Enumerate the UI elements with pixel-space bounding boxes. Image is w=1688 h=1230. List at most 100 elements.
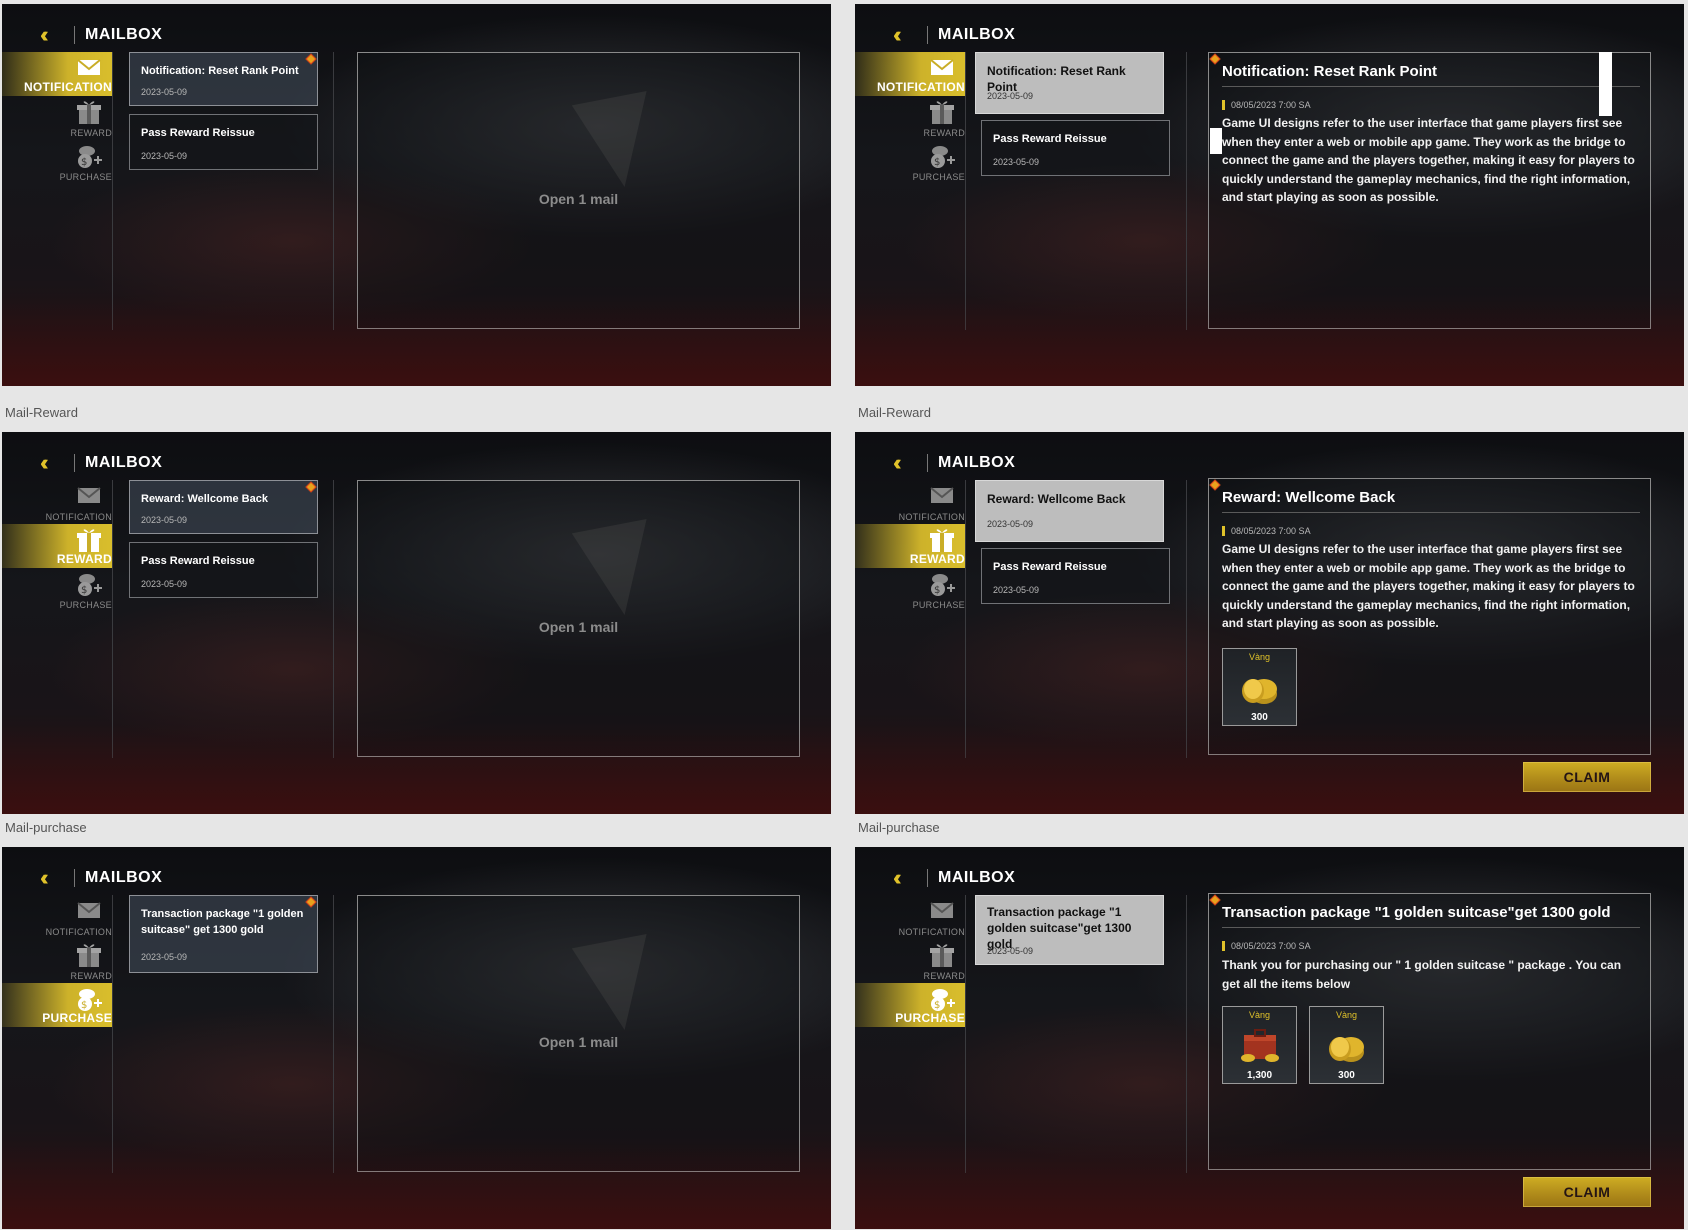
- claim-button[interactable]: CLAIM: [1523, 762, 1651, 792]
- mail-date: 2023-05-09: [987, 519, 1034, 529]
- mail-title: Pass Reward Reissue: [141, 555, 255, 567]
- screen-purchase-detail: ‹‹ MAILBOX NOTIFICATION REWARD $ PURCHAS…: [855, 847, 1684, 1229]
- header: ‹‹ MAILBOX: [893, 24, 1015, 46]
- mail-date: 2023-05-09: [987, 946, 1034, 956]
- tab-purchase[interactable]: $ PURCHASE: [855, 140, 965, 184]
- tab-reward[interactable]: REWARD: [855, 96, 965, 140]
- back-arrow-icon[interactable]: ‹‹: [893, 452, 919, 474]
- coins-icon: $: [931, 574, 955, 596]
- mail-date: 2023-05-09: [141, 151, 188, 161]
- tab-label: NOTIFICATION: [876, 80, 965, 94]
- back-arrow-icon[interactable]: ‹‹: [893, 867, 919, 889]
- reward-card[interactable]: Vàng 1,300: [1222, 1006, 1297, 1084]
- mail-item-reward[interactable]: Reward: Wellcome Back 2023-05-09: [975, 480, 1164, 542]
- screen-notification-list: ‹‹ MAILBOX NOTIFICATION REWARD $ PURCHAS…: [2, 4, 831, 386]
- mail-date: 2023-05-09: [141, 952, 188, 962]
- scrollbar[interactable]: [1599, 52, 1612, 116]
- gift-icon: [930, 944, 954, 967]
- tab-label: REWARD: [70, 971, 112, 981]
- mail-title: Pass Reward Reissue: [141, 127, 255, 139]
- caption: Mail-Reward: [858, 405, 931, 420]
- mail-item-pass[interactable]: Pass Reward Reissue 2023-05-09: [981, 120, 1170, 176]
- tab-purchase[interactable]: $ PURCHASE: [855, 983, 965, 1027]
- empty-placeholder: Open 1 mail: [538, 191, 619, 207]
- svg-text:$: $: [934, 157, 940, 168]
- screen-purchase-list: ‹‹ MAILBOX NOTIFICATION REWARD $ PURCHAS…: [2, 847, 831, 1229]
- back-arrow-icon[interactable]: ‹‹: [40, 24, 66, 46]
- caption: Mail-Reward: [5, 405, 78, 420]
- tab-notification[interactable]: NOTIFICATION: [2, 52, 112, 96]
- page-title: MAILBOX: [85, 26, 163, 43]
- coins-icon: $: [931, 989, 955, 1011]
- gold-coins-icon: [1329, 1037, 1364, 1062]
- unread-badge-icon: [305, 53, 317, 65]
- reward-name: Vàng: [1335, 1010, 1358, 1020]
- envelope-icon: [930, 487, 954, 503]
- mail-item-pass[interactable]: Pass Reward Reissue 2023-05-09: [981, 548, 1170, 604]
- svg-text:$: $: [934, 1000, 940, 1011]
- reward-name: Vàng: [1248, 1010, 1271, 1020]
- claim-button[interactable]: CLAIM: [1523, 1177, 1651, 1207]
- header: ‹‹ MAILBOX: [893, 867, 1015, 889]
- mail-title: Transaction package "1 golden suitcase"g…: [987, 905, 1132, 951]
- mail-item-purchase[interactable]: Transaction package "1 golden suitcase" …: [129, 895, 318, 973]
- tab-purchase[interactable]: $ PURCHASE: [2, 140, 112, 184]
- header: ‹‹ MAILBOX: [40, 867, 162, 889]
- mail-item-notification[interactable]: Notification: Reset Rank Point 2023-05-0…: [129, 52, 318, 106]
- tab-notification[interactable]: NOTIFICATION: [2, 480, 112, 524]
- tab-notification[interactable]: NOTIFICATION: [855, 895, 965, 939]
- tab-reward[interactable]: REWARD: [2, 524, 112, 568]
- tab-label: PURCHASE: [912, 172, 965, 182]
- gift-icon: [930, 101, 954, 124]
- detail-timestamp: 08/05/2023 7:00 SA: [1222, 100, 1311, 110]
- mail-date: 2023-05-09: [141, 87, 188, 97]
- caption: Mail-purchase: [5, 820, 87, 835]
- mail-item-pass[interactable]: Pass Reward Reissue 2023-05-09: [129, 114, 318, 170]
- mail-date: 2023-05-09: [987, 91, 1034, 101]
- detail-timestamp: 08/05/2023 7:00 SA: [1222, 526, 1311, 536]
- tab-purchase[interactable]: $ PURCHASE: [2, 568, 112, 612]
- envelope-icon: [930, 59, 954, 75]
- mail-detail: Reward: Wellcome Back 08/05/2023 7:00 SA…: [1208, 478, 1651, 755]
- tab-notification[interactable]: NOTIFICATION: [855, 52, 965, 96]
- mail-item-notification[interactable]: Notification: Reset Rank Point 2023-05-0…: [975, 52, 1164, 114]
- reward-card[interactable]: Vàng 300: [1309, 1006, 1384, 1084]
- gold-suitcase-icon: [1241, 1029, 1279, 1062]
- tab-reward[interactable]: REWARD: [2, 939, 112, 983]
- tab-label: REWARD: [70, 128, 112, 138]
- header: ‹‹ MAILBOX: [40, 24, 162, 46]
- tab-notification[interactable]: NOTIFICATION: [855, 480, 965, 524]
- tab-notification[interactable]: NOTIFICATION: [2, 895, 112, 939]
- mail-date: 2023-05-09: [141, 515, 188, 525]
- tab-reward[interactable]: REWARD: [855, 939, 965, 983]
- screen-reward-detail: ‹‹ MAILBOX NOTIFICATION REWARD $ PURCHAS…: [855, 432, 1684, 814]
- page-title: MAILBOX: [938, 26, 1016, 43]
- mail-date: 2023-05-09: [993, 585, 1040, 595]
- unread-badge-icon: [1209, 894, 1221, 906]
- page-title: MAILBOX: [85, 454, 163, 471]
- mail-title: Reward: Wellcome Back: [987, 492, 1126, 506]
- envelope-icon: [77, 59, 101, 75]
- back-arrow-icon[interactable]: ‹‹: [40, 452, 66, 474]
- back-arrow-icon[interactable]: ‹‹: [893, 24, 919, 46]
- reward-card[interactable]: Vàng 300: [1222, 648, 1297, 726]
- mail-item-pass[interactable]: Pass Reward Reissue 2023-05-09: [129, 542, 318, 598]
- mail-date: 2023-05-09: [993, 157, 1040, 167]
- tab-reward[interactable]: REWARD: [855, 524, 965, 568]
- unread-badge-icon: [1209, 479, 1221, 491]
- mail-item-purchase[interactable]: Transaction package "1 golden suitcase"g…: [975, 895, 1164, 965]
- svg-text:$: $: [81, 585, 87, 596]
- reward-name: Vàng: [1248, 652, 1271, 662]
- tab-purchase[interactable]: $ PURCHASE: [855, 568, 965, 612]
- coins-icon: $: [78, 574, 102, 596]
- tab-label: PURCHASE: [59, 600, 112, 610]
- tab-label: REWARD: [923, 128, 965, 138]
- back-arrow-icon[interactable]: ‹‹: [40, 867, 66, 889]
- tab-purchase[interactable]: $ PURCHASE: [2, 983, 112, 1027]
- mail-item-reward[interactable]: Reward: Wellcome Back 2023-05-09: [129, 480, 318, 534]
- scroll-marker: [1210, 128, 1222, 154]
- tab-reward[interactable]: REWARD: [2, 96, 112, 140]
- detail-body: Game UI designs refer to the user interf…: [1222, 116, 1635, 204]
- tab-label: REWARD: [56, 552, 112, 566]
- tab-label: REWARD: [909, 552, 965, 566]
